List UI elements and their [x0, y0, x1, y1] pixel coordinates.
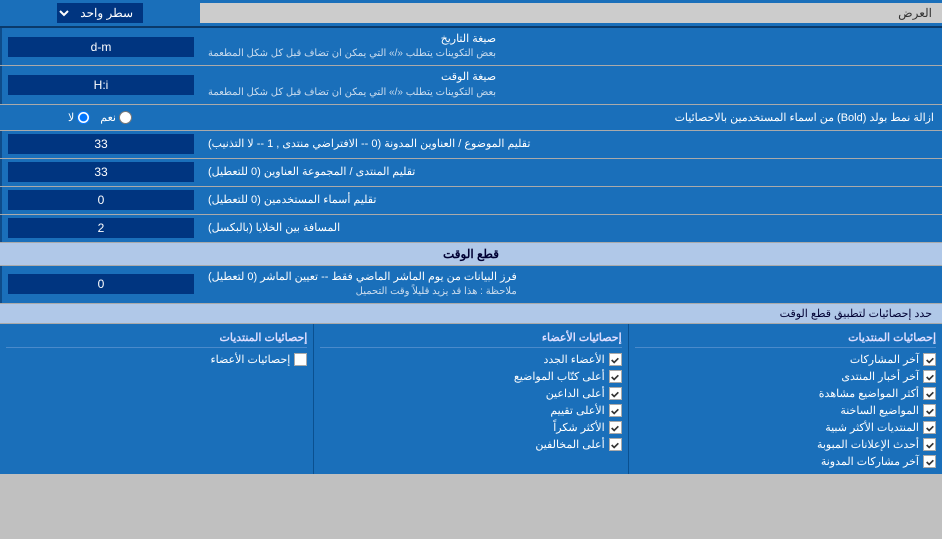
- checkbox-blog-posts[interactable]: [923, 455, 936, 468]
- stats-col-members: إحصائيات الأعضاء الأعضاء الجدد أعلى كتّا…: [313, 324, 627, 474]
- stats-header: حدد إحصائيات لتطبيق قطع الوقت: [0, 304, 942, 324]
- checkbox-most-thanked[interactable]: [609, 421, 622, 434]
- stats-item-forum-news: آخر أخبار المنتدى: [635, 368, 936, 385]
- usernames-label: تقليم أسماء المستخدمين (0 للتعطيل): [200, 187, 942, 214]
- forum-titles-row: تقليم المنتدى / المجموعة العناوين (0 للت…: [0, 159, 942, 187]
- checkbox-forum-news[interactable]: [923, 370, 936, 383]
- checkbox-member-stats[interactable]: [294, 353, 307, 366]
- bold-yes-radio[interactable]: [119, 111, 132, 124]
- checkbox-top-rated[interactable]: [609, 404, 622, 417]
- date-format-input[interactable]: [8, 37, 194, 57]
- cuttime-input-area: [0, 266, 200, 303]
- stats-col1-header: إحصائيات المنتديات: [635, 328, 936, 348]
- checkbox-top-inviters[interactable]: [609, 387, 622, 400]
- checkbox-most-viewed[interactable]: [923, 387, 936, 400]
- cuttime-label: فرز البيانات من يوم الماشر الماضي فقط --…: [200, 266, 942, 303]
- stats-item-most-thanked: الأكثر شكراً: [320, 419, 621, 436]
- usernames-input[interactable]: [8, 190, 194, 210]
- stats-item-similar-forums: المنتديات الأكثر شبية: [635, 419, 936, 436]
- topics-titles-input[interactable]: [8, 134, 194, 154]
- bold-remove-row: ازالة نمط بولد (Bold) من اسماء المستخدمي…: [0, 105, 942, 131]
- cuttime-input[interactable]: [8, 274, 194, 294]
- checkbox-top-posters[interactable]: [609, 370, 622, 383]
- header-select-area: سطر واحد سطرين ثلاثة أسطر: [0, 0, 200, 26]
- stats-col2-header: إحصائيات المنتديات: [6, 328, 307, 348]
- stats-item-hot-topics: المواضيع الساخنة: [635, 402, 936, 419]
- stats-item-top-inviters: أعلى الداعين: [320, 385, 621, 402]
- topics-titles-input-area: [0, 131, 200, 158]
- time-format-label: صيغة الوقت بعض التكوينات يتطلب «/» التي …: [200, 66, 942, 103]
- cuttime-header: قطع الوقت: [0, 243, 942, 266]
- bold-no-option[interactable]: لا: [68, 111, 90, 124]
- header-label: العرض: [200, 3, 942, 23]
- stats-item-new-members: الأعضاء الجدد: [320, 351, 621, 368]
- checkbox-classifieds[interactable]: [923, 438, 936, 451]
- stats-col3-header: إحصائيات الأعضاء: [320, 328, 621, 348]
- stats-item-blog-posts: آخر مشاركات المدونة: [635, 453, 936, 470]
- stats-item-last-posts: آخر المشاركات: [635, 351, 936, 368]
- cuttime-row: فرز البيانات من يوم الماشر الماضي فقط --…: [0, 266, 942, 304]
- forum-titles-input-area: [0, 159, 200, 186]
- cell-spacing-label: المسافة بين الخلايا (بالبكسل): [200, 215, 942, 242]
- stats-col-general: إحصائيات المنتديات إحصائيات الأعضاء: [0, 324, 313, 474]
- date-format-label: صيغة التاريخ بعض التكوينات يتطلب «/» الت…: [200, 28, 942, 65]
- checkbox-similar-forums[interactable]: [923, 421, 936, 434]
- header-row: العرض سطر واحد سطرين ثلاثة أسطر: [0, 0, 942, 28]
- checkbox-new-members[interactable]: [609, 353, 622, 366]
- checkbox-hot-topics[interactable]: [923, 404, 936, 417]
- forum-titles-input[interactable]: [8, 162, 194, 182]
- date-format-input-area: [0, 28, 200, 65]
- usernames-row: تقليم أسماء المستخدمين (0 للتعطيل): [0, 187, 942, 215]
- topics-titles-row: تقليم الموضوع / العناوين المدونة (0 -- ا…: [0, 131, 942, 159]
- checkbox-top-violators[interactable]: [609, 438, 622, 451]
- stats-item-member-stats: إحصائيات الأعضاء: [6, 351, 307, 368]
- stats-item-top-rated: الأعلى تقييم: [320, 402, 621, 419]
- usernames-input-area: [0, 187, 200, 214]
- time-format-row: صيغة الوقت بعض التكوينات يتطلب «/» التي …: [0, 66, 942, 104]
- bold-no-radio[interactable]: [77, 111, 90, 124]
- bold-remove-label: ازالة نمط بولد (Bold) من اسماء المستخدمي…: [200, 107, 942, 128]
- bold-yes-option[interactable]: نعم: [100, 111, 132, 124]
- topics-titles-label: تقليم الموضوع / العناوين المدونة (0 -- ا…: [200, 131, 942, 158]
- forum-titles-label: تقليم المنتدى / المجموعة العناوين (0 للت…: [200, 159, 942, 186]
- stats-grid: إحصائيات المنتديات آخر المشاركات آخر أخب…: [0, 324, 942, 474]
- time-format-input[interactable]: [8, 75, 194, 95]
- main-container: العرض سطر واحد سطرين ثلاثة أسطر صيغة الت…: [0, 0, 942, 474]
- bold-radio-area: نعم لا: [0, 108, 200, 127]
- stats-item-most-viewed: أكثر المواضيع مشاهدة: [635, 385, 936, 402]
- checkbox-last-posts[interactable]: [923, 353, 936, 366]
- time-format-input-area: [0, 66, 200, 103]
- cell-spacing-input[interactable]: [8, 218, 194, 238]
- stats-col-forums: إحصائيات المنتديات آخر المشاركات آخر أخب…: [628, 324, 942, 474]
- stats-item-top-posters: أعلى كتّاب المواضيع: [320, 368, 621, 385]
- stats-item-classifieds: أحدث الإعلانات المبوبة: [635, 436, 936, 453]
- date-format-row: صيغة التاريخ بعض التكوينات يتطلب «/» الت…: [0, 28, 942, 66]
- cell-spacing-row: المسافة بين الخلايا (بالبكسل): [0, 215, 942, 243]
- stats-item-top-violators: أعلى المخالفين: [320, 436, 621, 453]
- cell-spacing-input-area: [0, 215, 200, 242]
- display-select[interactable]: سطر واحد سطرين ثلاثة أسطر: [57, 3, 143, 23]
